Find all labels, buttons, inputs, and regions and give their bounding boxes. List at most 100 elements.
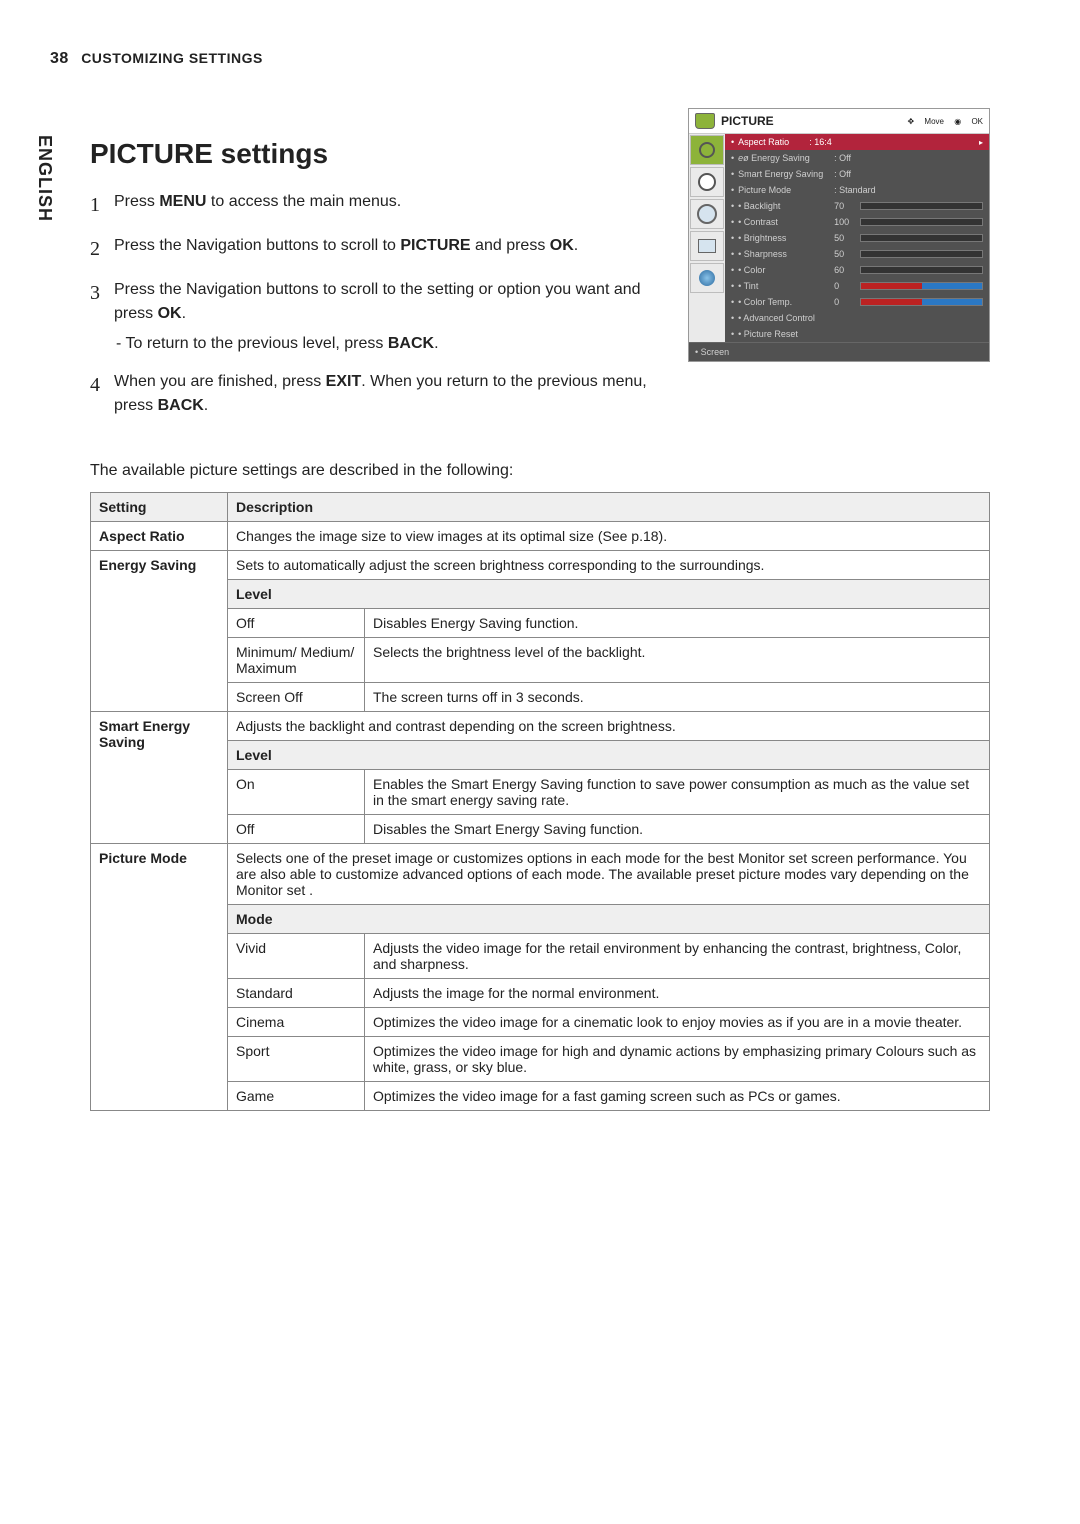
level-key: Minimum/ Medium/ Maximum xyxy=(228,638,365,683)
osd-settings-area: • Aspect Ratio : 16:4 ▸ •eø Energy Savin… xyxy=(725,134,989,342)
setting-desc: Sets to automatically adjust the screen … xyxy=(228,551,990,580)
chevron-right-icon: ▸ xyxy=(979,138,983,147)
page-title: PICTURE settings xyxy=(90,138,660,170)
level-desc: Enables the Smart Energy Saving function… xyxy=(365,770,990,815)
step-item: 3Press the Navigation buttons to scroll … xyxy=(90,278,660,356)
osd-value: 50 xyxy=(834,233,860,243)
th-setting: Setting xyxy=(91,493,228,522)
level-key: Standard xyxy=(228,979,365,1008)
step-number: 4 xyxy=(90,370,114,418)
step-item: 1Press MENU to access the main menus. xyxy=(90,190,660,220)
level-desc: Adjusts the image for the normal environ… xyxy=(365,979,990,1008)
osd-label: • Color Temp. xyxy=(738,297,834,307)
level-desc: Optimizes the video image for high and d… xyxy=(365,1037,990,1082)
osd-label: • Brightness xyxy=(738,233,834,243)
ok-icon: ◉ xyxy=(954,117,961,126)
osd-row[interactable]: •eø Energy Saving: Off xyxy=(725,150,989,166)
osd-row[interactable]: •• Sharpness50 xyxy=(725,246,989,262)
osd-row[interactable]: •• Brightness50 xyxy=(725,230,989,246)
osd-slider[interactable] xyxy=(860,202,983,210)
setting-desc: Selects one of the preset image or custo… xyxy=(228,844,990,905)
setting-desc: Adjusts the backlight and contrast depen… xyxy=(228,712,990,741)
header-section: CUSTOMIZING SETTINGS xyxy=(81,50,263,66)
osd-value: 0 xyxy=(834,297,860,307)
move-hint: Move xyxy=(924,117,944,126)
monitor-icon xyxy=(695,113,715,129)
osd-value: : Off xyxy=(834,169,851,179)
page-number: 38 xyxy=(50,50,69,67)
osd-value: : Off xyxy=(834,153,851,163)
step-item: 4When you are finished, press EXIT. When… xyxy=(90,370,660,418)
setting-name: Energy Saving xyxy=(91,551,228,712)
picture-category-icon[interactable] xyxy=(690,135,724,165)
osd-title: PICTURE xyxy=(721,114,774,128)
category-icon-3[interactable] xyxy=(690,199,724,229)
osd-slider[interactable] xyxy=(860,250,983,258)
level-key: Sport xyxy=(228,1037,365,1082)
setting-name: Smart Energy Saving xyxy=(91,712,228,844)
level-desc: Optimizes the video image for a fast gam… xyxy=(365,1082,990,1111)
steps-list: 1Press MENU to access the main menus. 2Pr… xyxy=(90,190,660,418)
osd-row[interactable]: •• Advanced Control xyxy=(725,310,989,326)
nav-icon: ✥ xyxy=(907,117,914,126)
step-number: 2 xyxy=(90,234,114,264)
level-desc: Optimizes the video image for a cinemati… xyxy=(365,1008,990,1037)
osd-sidebar xyxy=(689,134,725,342)
selected-label: Aspect Ratio xyxy=(738,137,789,147)
level-key: On xyxy=(228,770,365,815)
osd-label: • Backlight xyxy=(738,201,834,211)
category-icon-2[interactable] xyxy=(690,167,724,197)
osd-slider[interactable] xyxy=(860,266,983,274)
th-description: Description xyxy=(228,493,990,522)
language-tab: ENGLISH xyxy=(34,135,55,222)
level-header: Level xyxy=(228,580,990,609)
osd-panel: PICTURE ✥ Move ◉ OK • xyxy=(688,108,990,362)
step-number: 1 xyxy=(90,190,114,220)
osd-value: : Standard xyxy=(834,185,876,195)
osd-value: 60 xyxy=(834,265,860,275)
settings-table: Setting Description Aspect RatioChanges … xyxy=(90,492,990,1111)
osd-footer: • Screen xyxy=(689,342,989,361)
osd-label: • Picture Reset xyxy=(738,329,834,339)
osd-footer-text: Screen xyxy=(701,347,730,357)
osd-value: 70 xyxy=(834,201,860,211)
level-key: Vivid xyxy=(228,934,365,979)
osd-balance-slider[interactable] xyxy=(860,282,983,290)
level-key: Screen Off xyxy=(228,683,365,712)
intro-text: The available picture settings are descr… xyxy=(90,462,990,480)
osd-row[interactable]: •Smart Energy Saving: Off xyxy=(725,166,989,182)
level-key: Game xyxy=(228,1082,365,1111)
step-item: 2Press the Navigation buttons to scroll … xyxy=(90,234,660,264)
osd-label: • Color xyxy=(738,265,834,275)
osd-slider[interactable] xyxy=(860,218,983,226)
osd-row[interactable]: •• Contrast100 xyxy=(725,214,989,230)
level-desc: The screen turns off in 3 seconds. xyxy=(365,683,990,712)
setting-name: Aspect Ratio xyxy=(91,522,228,551)
osd-label: • Tint xyxy=(738,281,834,291)
level-header: Level xyxy=(228,741,990,770)
level-desc: Selects the brightness level of the back… xyxy=(365,638,990,683)
category-icon-5[interactable] xyxy=(690,263,724,293)
osd-value: 100 xyxy=(834,217,860,227)
osd-value: 0 xyxy=(834,281,860,291)
osd-label: Picture Mode xyxy=(738,185,834,195)
ok-hint: OK xyxy=(971,117,983,126)
osd-row[interactable]: •• Backlight70 xyxy=(725,198,989,214)
step-text: Press the Navigation buttons to scroll t… xyxy=(114,234,660,264)
osd-value: 50 xyxy=(834,249,860,259)
category-icon-4[interactable] xyxy=(690,231,724,261)
level-key: Off xyxy=(228,815,365,844)
osd-label: • Sharpness xyxy=(738,249,834,259)
level-desc: Disables the Smart Energy Saving functio… xyxy=(365,815,990,844)
osd-row[interactable]: •Picture Mode: Standard xyxy=(725,182,989,198)
osd-row[interactable]: •• Tint0 xyxy=(725,278,989,294)
selected-value: : 16:4 xyxy=(809,137,832,147)
mode-header: Mode xyxy=(228,905,990,934)
osd-selected-row[interactable]: • Aspect Ratio : 16:4 ▸ xyxy=(725,134,989,150)
osd-row[interactable]: •• Color Temp.0 xyxy=(725,294,989,310)
osd-balance-slider[interactable] xyxy=(860,298,983,306)
osd-row[interactable]: •• Picture Reset xyxy=(725,326,989,342)
osd-label: • Contrast xyxy=(738,217,834,227)
osd-slider[interactable] xyxy=(860,234,983,242)
osd-row[interactable]: •• Color60 xyxy=(725,262,989,278)
